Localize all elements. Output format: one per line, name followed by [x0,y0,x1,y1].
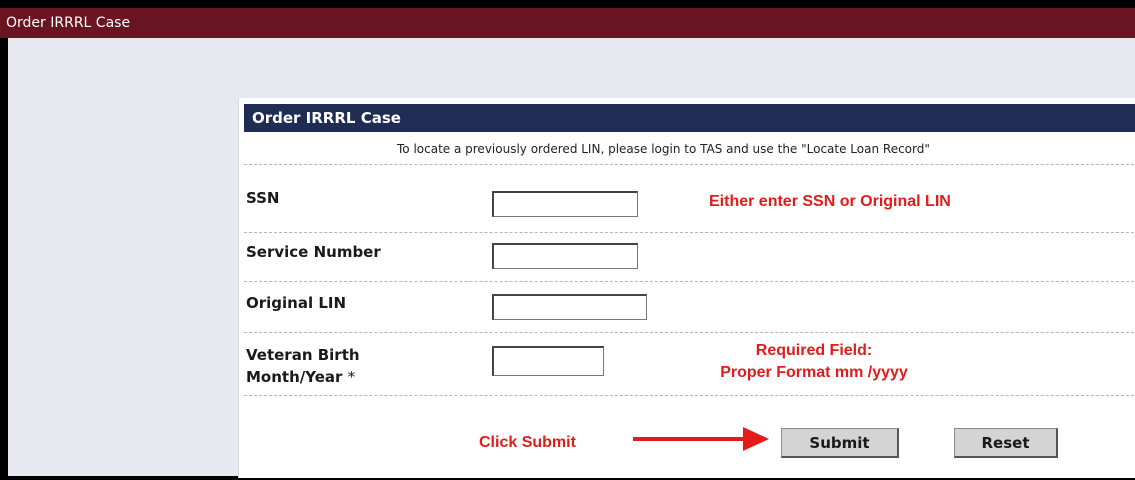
reset-button[interactable]: Reset [954,428,1058,458]
divider [244,332,1135,333]
veteran-birth-label-line2: Month/Year * [246,366,360,388]
birth-date-hint: Required Field: Proper Format mm /yyyy [699,340,929,384]
arrow-right-icon [633,427,769,451]
submit-button[interactable]: Submit [781,428,899,458]
veteran-birth-input[interactable] [492,346,604,376]
order-form-panel: Order IRRRL Case To locate a previously … [238,98,1135,478]
service-number-input[interactable] [492,243,638,269]
content-area: Order IRRRL Case To locate a previously … [8,38,1135,478]
form-header: Order IRRRL Case [244,104,1135,132]
ssn-label: SSN [246,189,280,207]
required-asterisk: * [347,368,356,386]
veteran-birth-label: Veteran Birth Month/Year * [246,344,360,388]
original-lin-label: Original LIN [246,294,347,312]
click-submit-hint: Click Submit [479,434,576,451]
veteran-birth-label-line1: Veteran Birth [246,346,360,364]
divider [244,164,1135,165]
ssn-hint: Either enter SSN or Original LIN [709,193,951,210]
format-hint: Proper Format mm /yyyy [720,364,908,381]
required-field-hint: Required Field: [755,342,873,359]
divider [244,395,1135,396]
service-number-label: Service Number [246,243,381,261]
divider [244,232,1135,233]
original-lin-input[interactable] [492,294,647,320]
application-window: Order IRRRL Case Order IRRRL Case To loc… [0,0,1135,480]
veteran-birth-label-text: Month/Year [246,368,343,386]
ssn-input[interactable] [492,191,638,217]
divider [244,281,1135,282]
locate-lin-notice: To locate a previously ordered LIN, plea… [397,142,930,156]
window-title: Order IRRRL Case [0,8,1135,38]
